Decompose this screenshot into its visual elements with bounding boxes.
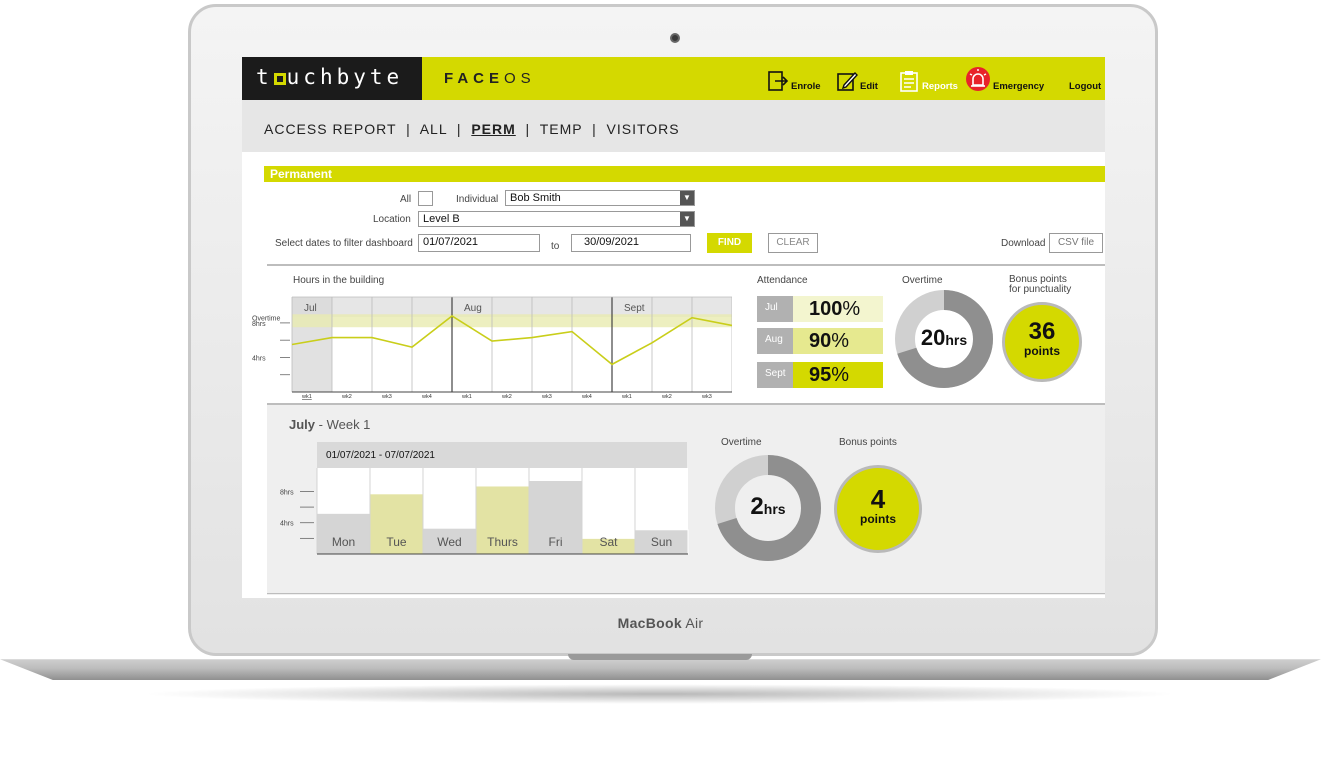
camera-icon	[670, 33, 680, 43]
x-tick-label: wk3	[541, 394, 552, 400]
divider	[267, 264, 1105, 266]
x-tick-label: wk1	[621, 394, 632, 400]
month-header	[292, 297, 732, 317]
y-tick-label: 4hrs	[280, 521, 294, 528]
date-from-input[interactable]: 01/07/2021	[418, 234, 540, 252]
x-tick-label: wk3	[381, 394, 392, 400]
bar-label: Fri	[549, 535, 563, 549]
emergency-button[interactable]: Emergency	[965, 57, 1044, 100]
to-label: to	[551, 241, 560, 252]
download-label: Download	[1001, 238, 1046, 249]
app-screen: t uchbyte FACEOS Enrole Edit Reports Emer…	[242, 57, 1105, 598]
breadcrumb[interactable]: ACCESS REPORT | ALL | PERM | TEMP | VISI…	[264, 121, 680, 137]
laptop-shadow	[140, 684, 1180, 704]
top-bar: t uchbyte FACEOS Enrole Edit Reports Emer…	[242, 57, 1105, 100]
chevron-down-icon: ▼	[680, 191, 694, 205]
edit-label: Edit	[860, 81, 878, 92]
x-tick-label: wk2	[341, 394, 352, 400]
laptop-brand: MacBook Air	[617, 615, 704, 631]
overtime-week-title: Overtime	[721, 437, 762, 448]
overtime-band	[292, 314, 732, 328]
location-label: Location	[373, 214, 411, 225]
report-subnav: ACCESS REPORT | ALL | PERM | TEMP | VISI…	[242, 100, 1105, 152]
x-tick-label: wk4	[421, 394, 432, 400]
bar-label: Sun	[651, 535, 672, 549]
emergency-icon	[966, 67, 990, 91]
month-label: Aug	[464, 303, 482, 314]
logout-label: Logout	[1069, 81, 1102, 92]
bonus-badge: 36 points	[1002, 302, 1082, 382]
x-tick-label: wk2	[661, 394, 672, 400]
enrole-button[interactable]: Enrole	[767, 57, 821, 100]
x-tick-label: wk1	[301, 394, 312, 400]
y-tick-label: 8hrs	[252, 321, 266, 328]
hours-line-chart: Jul Aug SeptOvertime8hrs4hrswk1 wk2 wk3 wk4 wk…	[252, 296, 732, 400]
dates-label: Select dates to filter dashboard	[275, 238, 413, 249]
reports-label: Reports	[922, 81, 958, 92]
tab-perm[interactable]: PERM	[471, 121, 515, 137]
app-name: FACEOS	[444, 70, 536, 87]
reports-icon	[900, 71, 918, 92]
month-label: Jul	[304, 303, 317, 314]
attendance-row-sept: Sept 95%	[757, 362, 883, 388]
reports-button[interactable]: Reports	[898, 57, 958, 100]
attendance-month: Aug	[757, 328, 793, 354]
attendance-row-jul: Jul 100%	[757, 296, 883, 322]
overtime-week-value: 2hrs	[750, 493, 786, 520]
emergency-label: Emergency	[993, 81, 1045, 92]
touchbyte-logo[interactable]: t uchbyte	[242, 57, 422, 100]
attendance-value: 95%	[793, 362, 883, 388]
y-tick-label: 4hrs	[252, 355, 266, 362]
attendance-month: Jul	[757, 296, 793, 322]
week-bar-chart: Mon Tue Wed Thurs Fri Sat Sun 8hrs 4hrs	[280, 468, 689, 555]
find-button[interactable]: FIND	[707, 233, 752, 253]
bonus-title: Bonus points for punctuality	[1009, 274, 1072, 295]
logout-button[interactable]: Logout	[1069, 57, 1101, 100]
x-tick-label: wk1	[461, 394, 472, 400]
edit-icon	[837, 71, 858, 91]
attendance-title: Attendance	[757, 275, 808, 286]
section-title: Permanent	[264, 166, 1105, 182]
all-label: All	[400, 194, 412, 205]
hours-chart-title: Hours in the building	[293, 275, 385, 286]
bar-label: Wed	[437, 535, 461, 549]
divider	[267, 593, 1105, 594]
enrole-label: Enrole	[791, 81, 821, 92]
individual-label: Individual	[456, 194, 499, 205]
laptop-mockup: MacBook Air t uchbyte FACEOS Enrole Edit …	[0, 0, 1321, 763]
x-tick-label: wk4	[581, 394, 592, 400]
attendance-value: 90%	[793, 328, 883, 354]
week-title: July - Week 1	[289, 417, 371, 432]
laptop-notch	[568, 654, 752, 660]
individual-select[interactable]: Bob Smith ▼	[505, 190, 695, 206]
bonus-week-badge: 4 points	[834, 465, 922, 553]
x-tick-label: wk2	[501, 394, 512, 400]
attendance-month: Sept	[757, 362, 793, 388]
attendance-row-aug: Aug 90%	[757, 328, 883, 354]
month-label: Sept	[624, 303, 645, 314]
all-checkbox[interactable]	[418, 191, 433, 206]
bonus-week-title: Bonus points	[839, 437, 897, 448]
y-tick-label: 8hrs	[280, 489, 294, 496]
bar-label: Sat	[599, 535, 618, 549]
x-tick-label: wk3	[701, 394, 712, 400]
attendance-value: 100%	[793, 296, 883, 322]
chevron-down-icon: ▼	[680, 212, 694, 226]
bar-label: Tue	[386, 535, 407, 549]
overtime-value: 20hrs	[920, 325, 968, 350]
week-date-range: 01/07/2021 - 07/07/2021	[317, 442, 687, 468]
bar-label: Mon	[332, 535, 355, 549]
edit-button[interactable]: Edit	[836, 57, 878, 100]
enrole-icon	[768, 71, 789, 91]
bar-label: Thurs	[487, 535, 518, 549]
clear-button[interactable]: CLEAR	[768, 233, 818, 253]
date-to-input[interactable]: 30/09/2021	[571, 234, 691, 252]
csv-download-button[interactable]: CSV file	[1049, 233, 1103, 253]
location-select[interactable]: Level B ▼	[418, 211, 695, 227]
overtime-title: Overtime	[902, 275, 943, 286]
